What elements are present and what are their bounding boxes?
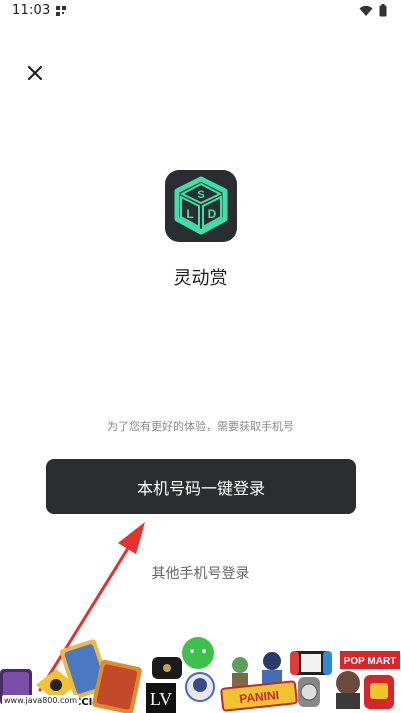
phone-permission-hint: 为了您有更好的体验，需要获取手机号 [107,420,294,433]
cube-logo-icon: S L D [174,176,228,235]
battery-icon [379,4,387,17]
logo-letter-s: S [197,189,204,201]
one-click-login-label: 本机号码一键登录 [136,478,265,498]
svg-text:LV: LV [150,689,172,709]
pop-mart-text: POP MART [344,656,397,667]
wifi-icon [359,5,373,16]
one-click-login-button[interactable]: 本机号码一键登录 [46,459,356,514]
other-phone-login-link[interactable]: 其他手机号登录 [0,563,401,583]
close-icon[interactable] [24,62,46,84]
status-icons [359,4,387,17]
watermark: www.java800.com [2,695,80,706]
notification-icon [56,6,66,16]
status-bar: 11:03 [0,0,401,24]
app-name: 灵动赏 [173,268,228,289]
status-time: 11:03 [12,3,51,18]
app-logo: S L D [165,170,237,242]
logo-letter-l: L [186,207,193,221]
logo-letter-d: D [208,207,217,221]
annotation-arrow [38,522,145,692]
